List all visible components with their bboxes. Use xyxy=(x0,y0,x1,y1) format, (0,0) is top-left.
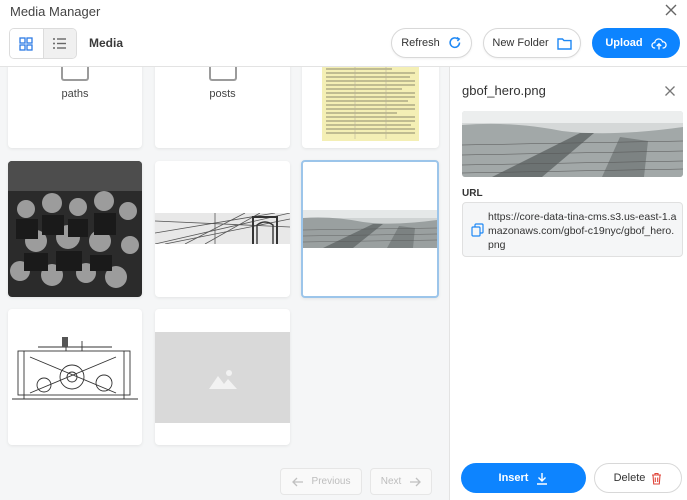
grid-view-button[interactable] xyxy=(10,29,44,58)
media-item-bridge[interactable] xyxy=(155,161,290,297)
media-item-placeholder[interactable] xyxy=(155,309,290,445)
refresh-icon xyxy=(449,36,461,49)
media-item-printing-press[interactable] xyxy=(8,309,142,445)
media-item-crowd[interactable] xyxy=(8,161,142,297)
url-value: https://core-data-tina-cms.s3.us-east-1.… xyxy=(488,211,677,251)
close-icon[interactable] xyxy=(664,3,678,17)
trash-icon xyxy=(652,472,662,485)
image-icon xyxy=(208,369,237,389)
view-toggle xyxy=(9,28,77,59)
refresh-label: Refresh xyxy=(401,37,440,49)
list-icon xyxy=(53,38,67,49)
city-panorama-preview xyxy=(462,111,683,177)
printing-press-thumbnail xyxy=(8,337,142,417)
media-grid: paths posts Previous Next xyxy=(0,67,449,500)
upload-button[interactable]: Upload xyxy=(592,28,680,58)
image-placeholder xyxy=(155,332,290,423)
file-details-panel: gbof_hero.png URL https://core-data-tina… xyxy=(449,67,687,500)
folder-card-posts[interactable]: posts xyxy=(155,67,290,148)
title-bar: Media Manager xyxy=(0,0,687,24)
previous-button[interactable]: Previous xyxy=(280,468,362,495)
download-icon xyxy=(537,472,548,485)
grid-icon xyxy=(19,36,33,51)
newspaper-thumbnail xyxy=(322,67,419,141)
refresh-button[interactable]: Refresh xyxy=(391,28,472,58)
folder-icon xyxy=(61,67,89,81)
media-item-gbof-hero[interactable] xyxy=(301,160,439,298)
city-panorama-thumbnail xyxy=(303,210,437,248)
arrow-left-icon xyxy=(291,477,303,486)
folder-icon xyxy=(556,37,572,50)
new-folder-button[interactable]: New Folder xyxy=(483,28,581,58)
bridge-thumbnail xyxy=(155,213,290,244)
new-folder-label: New Folder xyxy=(492,37,549,49)
file-name: gbof_hero.png xyxy=(462,83,546,98)
next-label: Next xyxy=(380,476,402,487)
list-view-button[interactable] xyxy=(43,29,76,58)
folder-icon xyxy=(208,67,237,81)
toolbar: Media Refresh New Folder Upload xyxy=(0,24,687,67)
folder-label: paths xyxy=(61,88,89,100)
breadcrumb[interactable]: Media xyxy=(89,36,123,50)
delete-label: Delete xyxy=(613,472,646,484)
file-preview xyxy=(462,111,683,177)
copy-icon[interactable] xyxy=(471,223,484,237)
insert-label: Insert xyxy=(498,472,529,484)
url-label: URL xyxy=(462,188,483,199)
insert-button[interactable]: Insert xyxy=(461,463,586,493)
url-field[interactable]: https://core-data-tina-cms.s3.us-east-1.… xyxy=(462,202,683,257)
upload-label: Upload xyxy=(605,37,643,49)
close-details-icon[interactable] xyxy=(664,85,676,97)
crowd-thumbnail xyxy=(8,161,142,297)
arrow-right-icon xyxy=(410,477,422,486)
delete-button[interactable]: Delete xyxy=(594,463,682,493)
media-item-newspaper[interactable] xyxy=(302,67,439,148)
previous-label: Previous xyxy=(311,476,351,487)
folder-card-paths[interactable]: paths xyxy=(8,67,142,148)
next-button[interactable]: Next xyxy=(370,468,432,495)
window-title: Media Manager xyxy=(10,4,101,19)
cloud-upload-icon xyxy=(651,37,667,49)
folder-label: posts xyxy=(209,88,236,100)
